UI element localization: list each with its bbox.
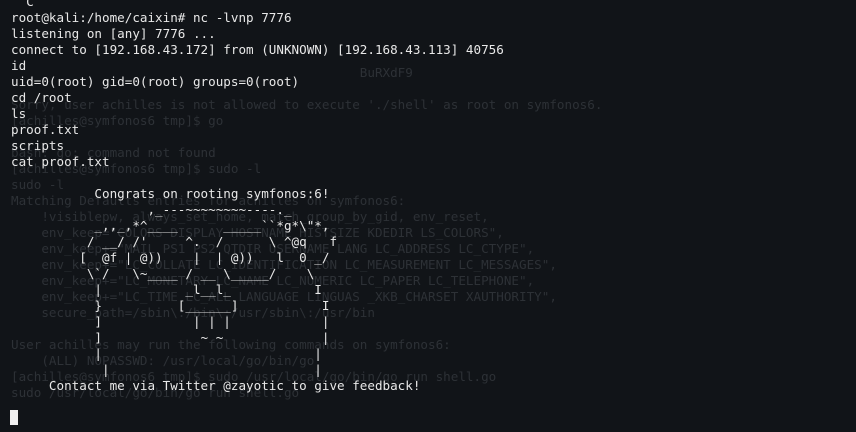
terminal-line: Contact me via Twitter @zayotic to give …	[11, 378, 421, 393]
terminal-line: | |	[11, 346, 322, 361]
terminal-line: scripts	[11, 138, 65, 153]
terminal-line: _,,_,*^____ _____``*g*\"*,	[11, 218, 330, 233]
terminal-line: C	[11, 0, 34, 9]
terminal-line: listening on [any] 7776 ...	[11, 26, 216, 41]
terminal-line: } [______] I	[11, 298, 330, 313]
terminal-line: ] ~ ~ |	[11, 330, 330, 345]
terminal-line: id	[11, 58, 27, 73]
terminal-line: Congrats on rooting symfonos:6!	[11, 186, 330, 201]
terminal-line: uid=0(root) gid=0(root) groups=0(root)	[11, 74, 300, 89]
terminal-line: cat proof.txt	[11, 154, 110, 169]
terminal-line: / __/ /' ^. / \ ^@q f	[11, 234, 338, 249]
terminal-line: | |	[11, 362, 322, 377]
terminal-output: Croot@kali:/home/caixin# nc -lvnp 7776 li…	[11, 0, 504, 394]
terminal-line: ] | | | |	[11, 314, 330, 329]
terminal-line: \`/ \~____ / __ \_____/ \	[11, 266, 315, 281]
terminal-cursor[interactable]	[10, 410, 18, 425]
terminal-line: ls	[11, 106, 27, 121]
terminal-line: connect to [192.168.43.172] from (UNKNOW…	[11, 42, 504, 57]
terminal-line: cd /root	[11, 90, 72, 105]
terminal-line: [ @f | @)) | | @)) l 0 _/	[11, 250, 330, 265]
terminal-window[interactable]: BuRXdF9 Sorry, user achilles is not allow…	[0, 0, 856, 432]
terminal-line: root@kali:/home/caixin# nc -lvnp 7776	[11, 10, 292, 25]
terminal-line: ,_---~~~~~~~~----._	[11, 202, 292, 217]
terminal-line: proof.txt	[11, 122, 80, 137]
terminal-line: | _l__l_ I	[11, 282, 322, 297]
